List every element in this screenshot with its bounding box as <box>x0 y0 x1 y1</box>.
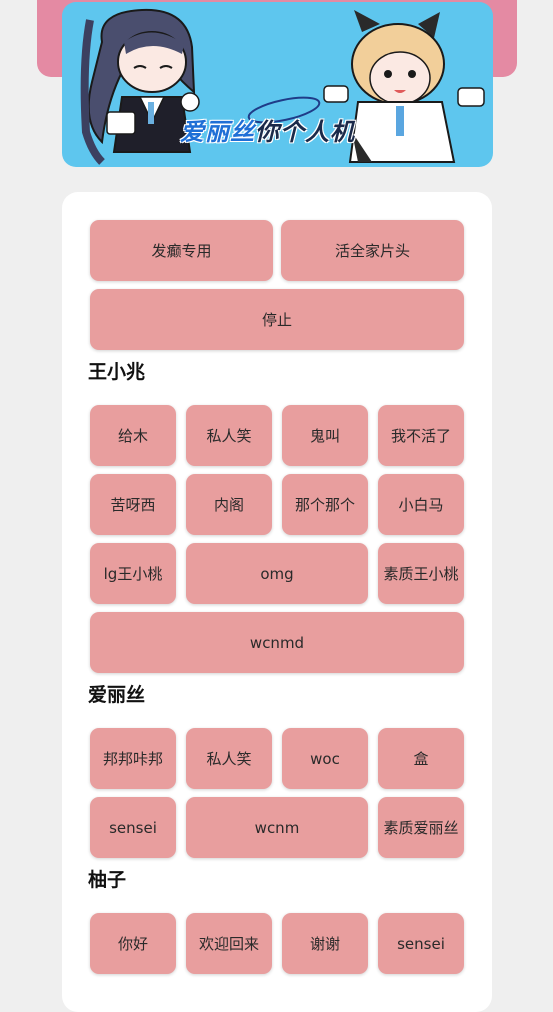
banner-title: 爱丽丝你个人机 <box>180 112 355 147</box>
sound-button[interactable]: 苦呀西 <box>90 474 176 535</box>
sound-button[interactable]: wcnm <box>186 797 368 858</box>
sound-button-top-1[interactable]: 发癫专用 <box>90 220 273 281</box>
sound-button[interactable]: 我不活了 <box>378 405 464 466</box>
sound-button[interactable]: omg <box>186 543 368 604</box>
stop-button[interactable]: 停止 <box>90 289 464 350</box>
banner-title-blue: 爱丽丝 <box>180 118 255 146</box>
sound-button[interactable]: 素质王小桃 <box>378 543 464 604</box>
sound-button[interactable]: 小白马 <box>378 474 464 535</box>
sound-button[interactable]: 你好 <box>90 913 176 974</box>
sound-button[interactable]: 素质爱丽丝 <box>378 797 464 858</box>
sound-button[interactable]: 鬼叫 <box>282 405 368 466</box>
sound-button[interactable]: 邦邦咔邦 <box>90 728 176 789</box>
sound-button[interactable]: woc <box>282 728 368 789</box>
sound-button[interactable]: 欢迎回来 <box>186 913 272 974</box>
sound-button[interactable]: 私人笑 <box>186 405 272 466</box>
sound-button[interactable]: sensei <box>378 913 464 974</box>
sound-button-top-2[interactable]: 活全家片头 <box>281 220 464 281</box>
sound-button[interactable]: 内阁 <box>186 474 272 535</box>
sound-button[interactable]: lg王小桃 <box>90 543 176 604</box>
sound-button[interactable]: 那个那个 <box>282 474 368 535</box>
sound-button[interactable]: 盒 <box>378 728 464 789</box>
banner-title-dark: 你个人机 <box>255 118 355 146</box>
sound-button[interactable]: wcnmd <box>90 612 464 673</box>
sound-button[interactable]: 给木 <box>90 405 176 466</box>
sound-button[interactable]: 谢谢 <box>282 913 368 974</box>
section-title-2: 爱丽丝 <box>88 684 146 706</box>
section-title-1: 王小兆 <box>88 361 146 383</box>
header-banner: 爱丽丝你个人机 <box>62 2 493 167</box>
sound-button[interactable]: 私人笑 <box>186 728 272 789</box>
section-title-3: 柚子 <box>88 869 127 891</box>
sound-button[interactable]: sensei <box>90 797 176 858</box>
